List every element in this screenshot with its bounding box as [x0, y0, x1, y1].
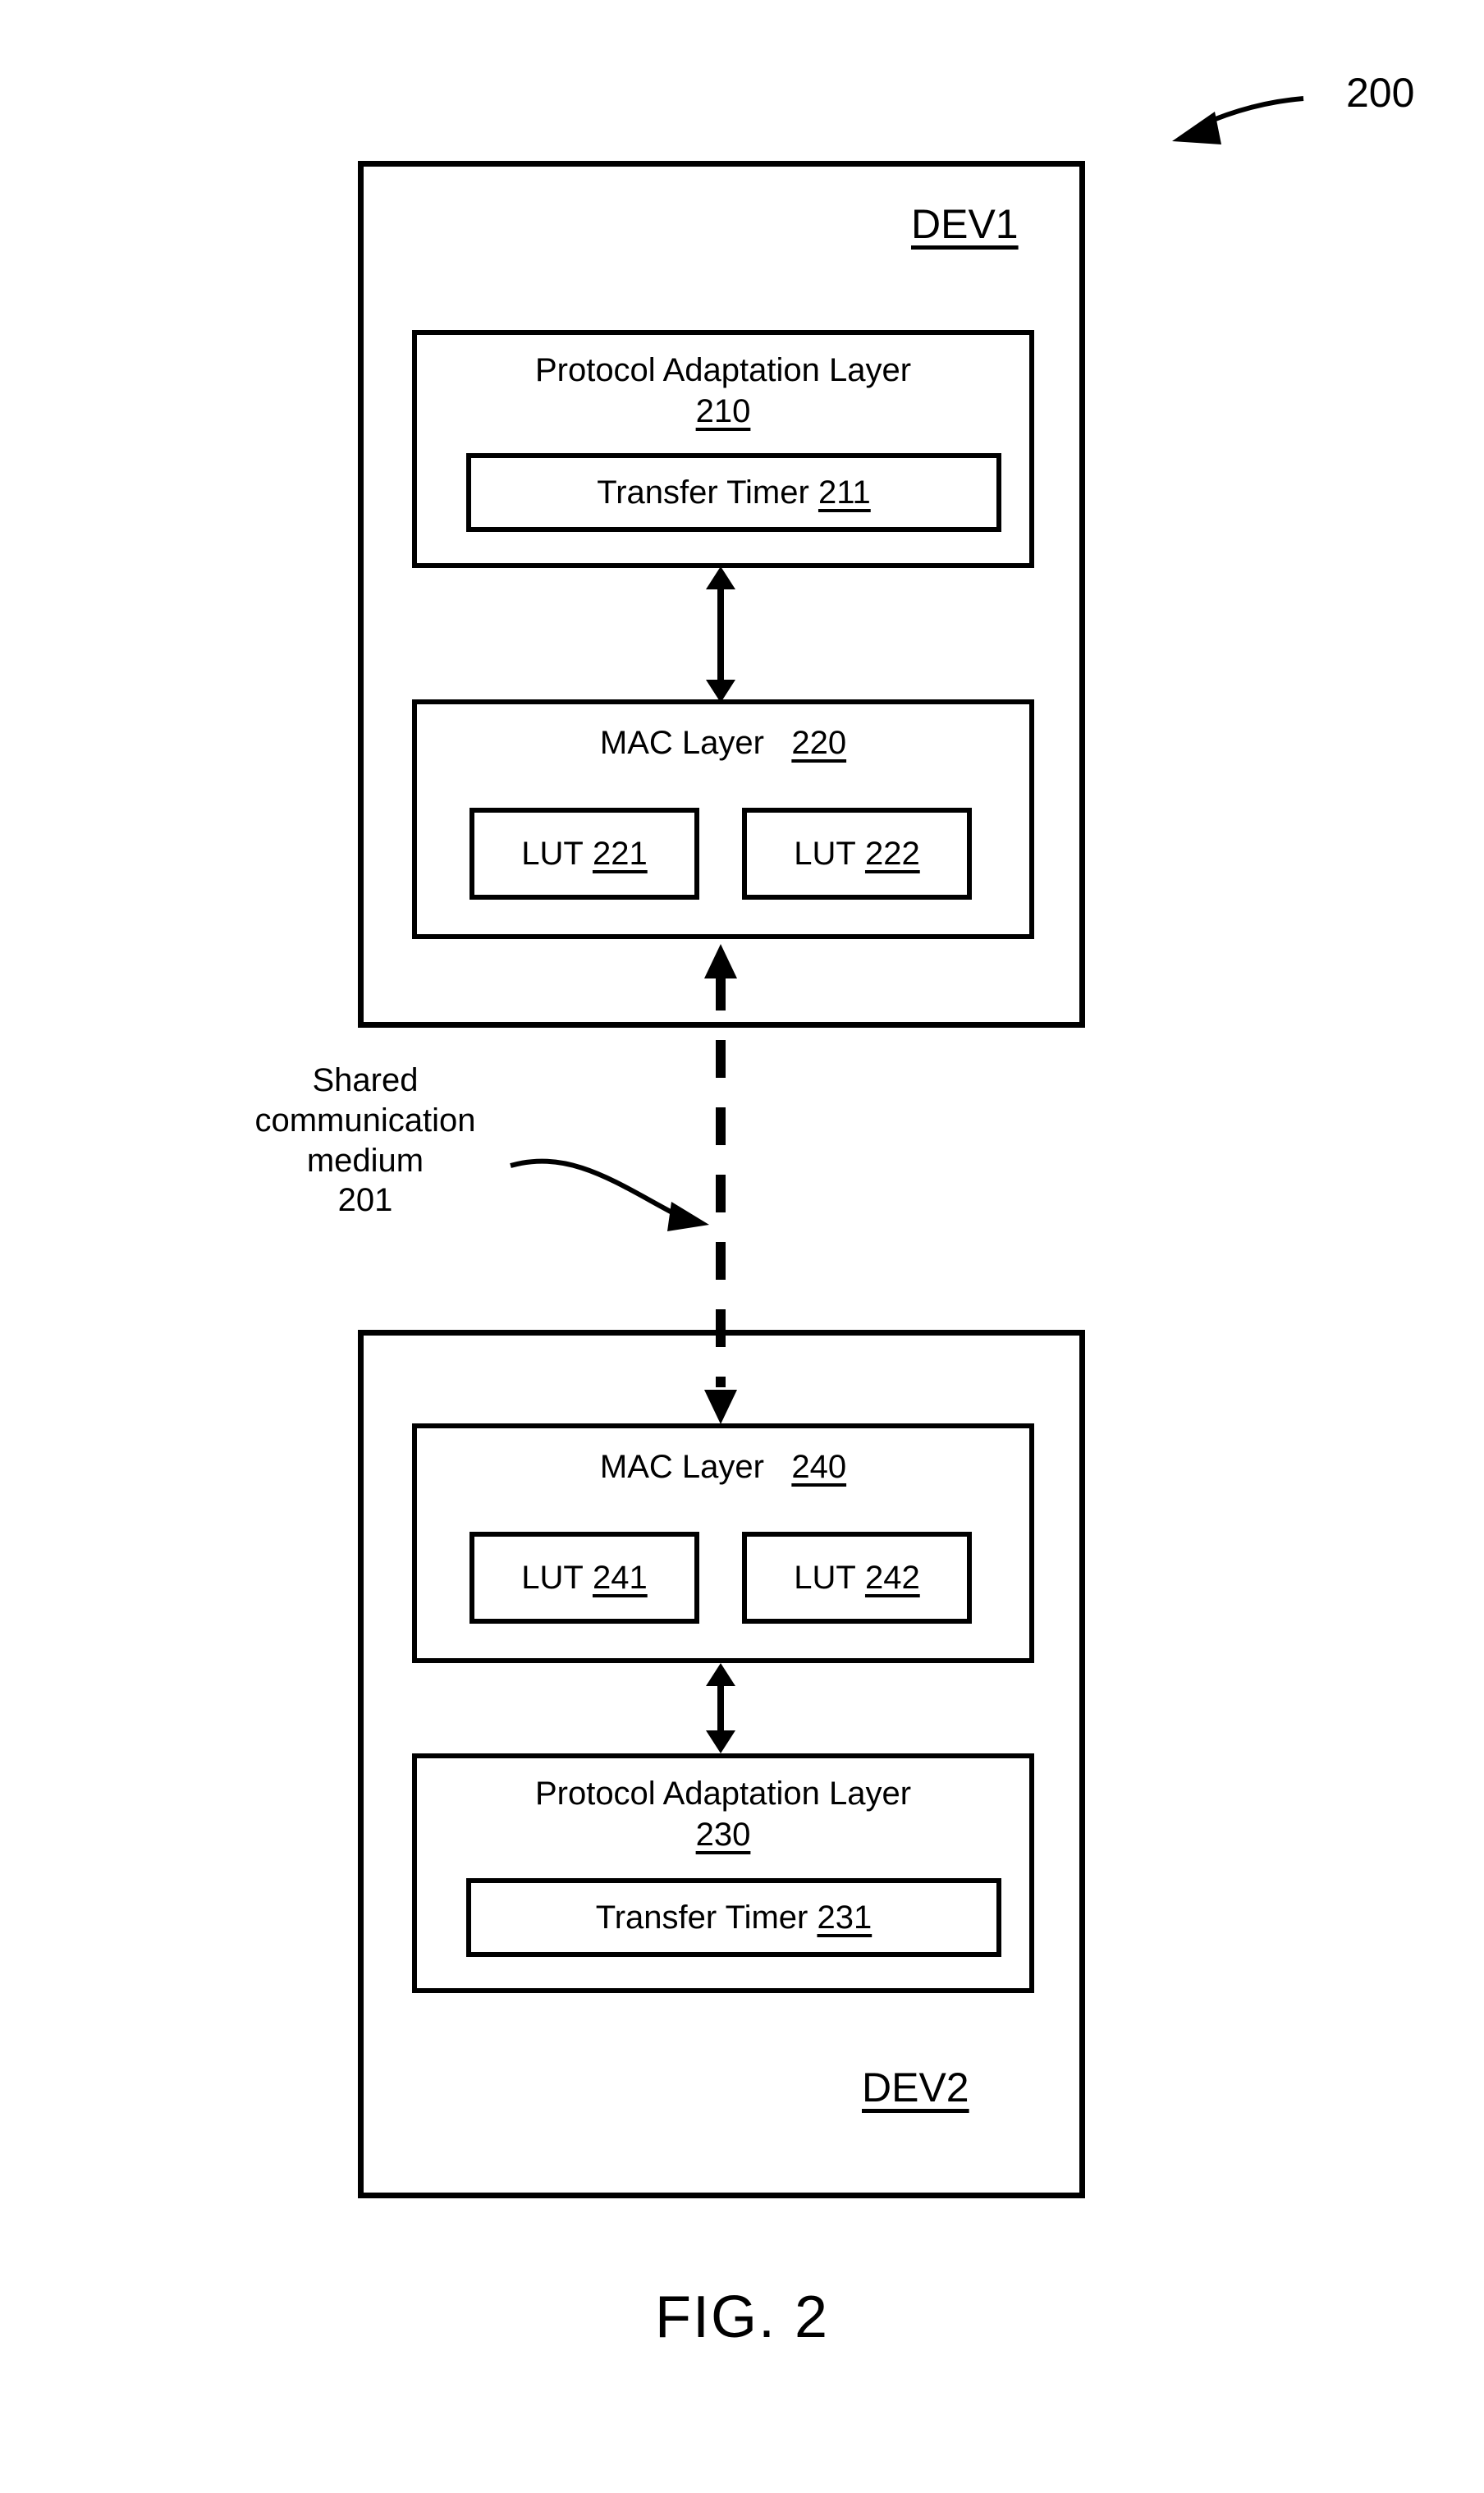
- layer-title-text-230: Protocol Adaptation Layer: [534, 1776, 912, 1812]
- sub-box-lut-221: LUT 221: [469, 808, 699, 900]
- layer-ref-230: 230: [695, 1817, 751, 1854]
- sub-box-label-222: LUT: [794, 835, 856, 872]
- layer-box-protocol-adaptation-layer-230: Protocol Adaptation Layer 230: [412, 1753, 1034, 1993]
- sub-box-ref-241: 241: [592, 1559, 648, 1596]
- sub-box-ref-222: 222: [864, 835, 920, 872]
- sub-box-label-221: LUT: [521, 835, 584, 872]
- medium-label-line-2: communication: [254, 1102, 476, 1139]
- medium-label-line-1: Shared: [312, 1062, 419, 1098]
- sub-box-lut-241: LUT 241: [469, 1532, 699, 1624]
- layer-title-text-220: MAC Layer: [599, 725, 764, 761]
- sub-box-transfer-timer-211: Transfer Timer 211: [466, 453, 1001, 532]
- layer-title-210: Protocol Adaptation Layer 210: [417, 335, 1029, 433]
- sub-box-ref-211: 211: [818, 474, 871, 511]
- sub-box-ref-231: 231: [817, 1899, 873, 1936]
- sub-box-ref-221: 221: [592, 835, 648, 872]
- sub-box-label-242: LUT: [794, 1559, 856, 1596]
- shared-communication-medium-label: Shared communication medium 201: [246, 1061, 484, 1221]
- device-label-dev1: DEV1: [911, 201, 1019, 247]
- layer-title-text-240: MAC Layer: [599, 1449, 764, 1485]
- figure-reference-leader: [1172, 96, 1304, 144]
- figure-caption: FIG. 2: [654, 2284, 830, 2350]
- medium-label-line-3: medium: [306, 1142, 424, 1179]
- layer-title-220: MAC Layer 220: [417, 704, 1029, 763]
- layer-title-240: MAC Layer 240: [417, 1428, 1029, 1487]
- medium-label-leader: [510, 1158, 709, 1231]
- patent-figure-2: 200 DEV1 Protocol Adaptation Layer 210 T…: [0, 0, 1484, 2493]
- layer-title-230: Protocol Adaptation Layer 230: [417, 1758, 1029, 1856]
- sub-box-label-241: LUT: [521, 1559, 584, 1596]
- sub-box-lut-222: LUT 222: [742, 808, 972, 900]
- layer-title-text-210: Protocol Adaptation Layer: [534, 352, 912, 388]
- layer-ref-240: 240: [791, 1449, 847, 1485]
- layer-ref-220: 220: [791, 725, 847, 761]
- sub-box-transfer-timer-231: Transfer Timer 231: [466, 1878, 1001, 1957]
- layer-ref-210: 210: [695, 393, 751, 430]
- layer-box-protocol-adaptation-layer-210: Protocol Adaptation Layer 210: [412, 330, 1034, 568]
- sub-box-lut-242: LUT 242: [742, 1532, 972, 1624]
- sub-box-ref-242: 242: [864, 1559, 920, 1596]
- figure-reference-numeral: 200: [1346, 70, 1415, 116]
- medium-label-ref: 201: [337, 1182, 393, 1219]
- sub-box-label-231: Transfer Timer: [595, 1899, 808, 1936]
- sub-box-label-211: Transfer Timer: [597, 474, 809, 511]
- device-label-dev2: DEV2: [862, 2065, 969, 2110]
